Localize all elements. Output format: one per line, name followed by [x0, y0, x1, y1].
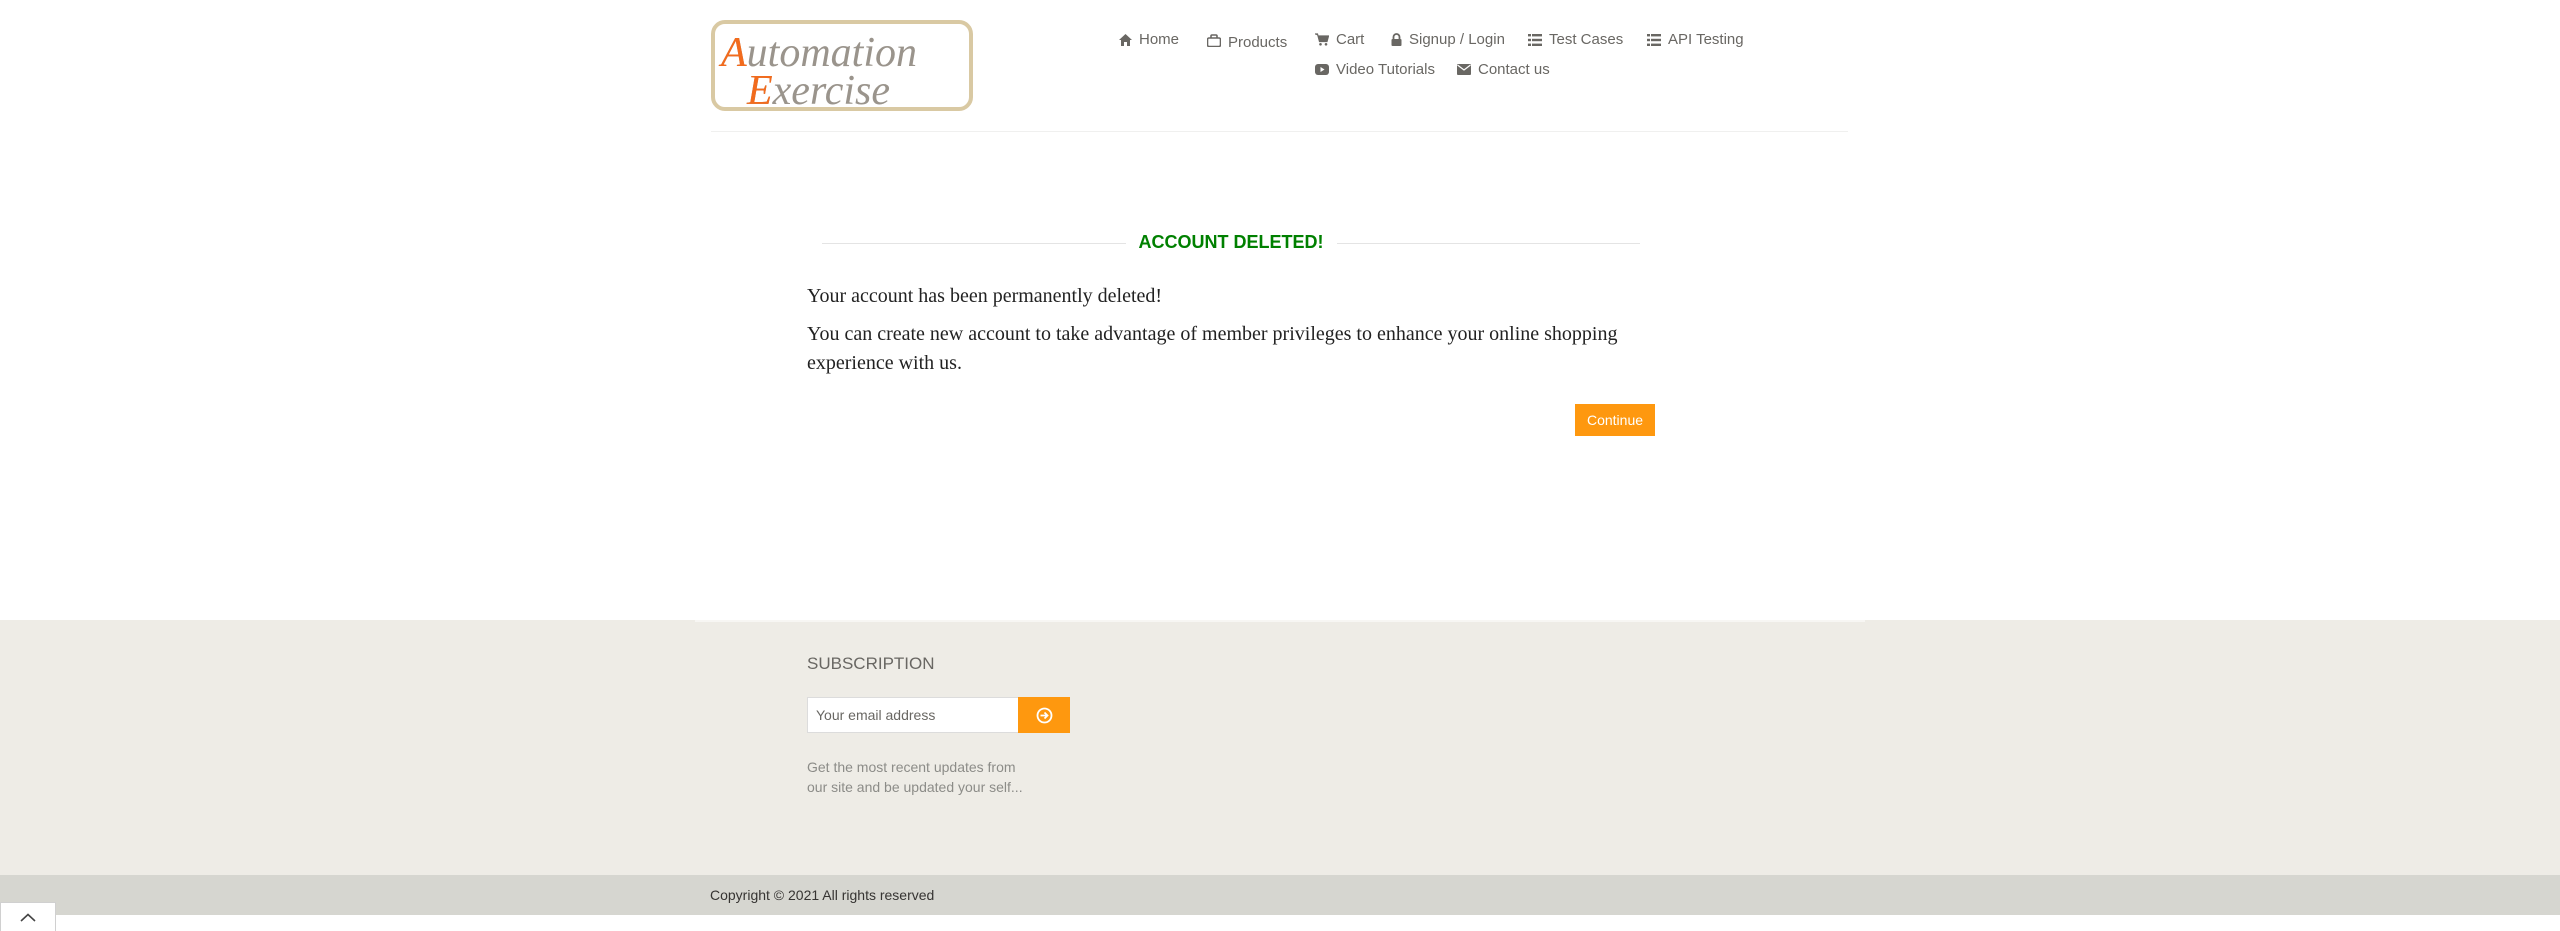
continue-button[interactable]: Continue — [1575, 404, 1655, 436]
nav-signup-login-label: Signup / Login — [1409, 31, 1505, 48]
subscription-heading: SUBSCRIPTION — [807, 654, 935, 673]
info-message-line1: You can create new account to take advan… — [807, 323, 1618, 345]
list-icon — [1528, 33, 1542, 46]
nav-test-cases[interactable]: Test Cases — [1528, 31, 1623, 48]
footer-widget-area — [0, 620, 2560, 875]
nav-cart[interactable]: Cart — [1315, 31, 1364, 48]
nav-video-tutorials[interactable]: Video Tutorials — [1315, 61, 1435, 78]
site-logo[interactable]: Automation Exercise A E — [711, 20, 973, 111]
youtube-play-icon — [1315, 64, 1329, 75]
home-icon — [1119, 33, 1132, 46]
nav-contact-us-label: Contact us — [1478, 61, 1550, 78]
footer-bottom — [0, 875, 2560, 915]
nav-home[interactable]: Home — [1119, 31, 1179, 48]
nav-signup-login[interactable]: Signup / Login — [1391, 31, 1505, 48]
nav-products[interactable]: Products — [1207, 30, 1287, 51]
shopping-bag-icon — [1207, 34, 1221, 47]
nav-video-tutorials-label: Video Tutorials — [1336, 61, 1435, 78]
logo-mark: Automation Exercise A E — [718, 30, 917, 107]
nav-api-testing-label: API Testing — [1668, 31, 1744, 48]
envelope-icon — [1457, 64, 1471, 75]
copyright-text: Copyright © 2021 All rights reserved — [710, 887, 935, 903]
info-message-line2: experience with us. — [807, 352, 962, 374]
subscription-note-line2: our site and be updated your self... — [807, 779, 1023, 795]
nav-contact-us[interactable]: Contact us — [1457, 61, 1550, 78]
header-divider — [711, 131, 1848, 132]
scroll-up-button[interactable] — [0, 902, 56, 931]
arrow-circle-right-icon — [1036, 707, 1052, 723]
nav-cart-label: Cart — [1336, 31, 1365, 48]
subscribe-button[interactable] — [1018, 697, 1070, 733]
account-deleted-heading: ACCOUNT DELETED! — [822, 230, 1640, 256]
footer-divider — [695, 620, 1865, 622]
list-icon — [1647, 33, 1661, 46]
nav-products-label: Products — [1228, 34, 1288, 51]
chevron-up-icon — [20, 912, 36, 922]
logo-initial-a: A — [718, 30, 747, 76]
cart-icon — [1315, 33, 1329, 46]
logo-initial-e: E — [746, 68, 773, 107]
subscription-note-line1: Get the most recent updates from — [807, 759, 1016, 775]
nav-home-label: Home — [1139, 31, 1180, 48]
lock-icon — [1391, 33, 1402, 46]
nav-api-testing[interactable]: API Testing — [1647, 31, 1744, 48]
deleted-message: Your account has been permanently delete… — [807, 285, 1163, 307]
page-title: ACCOUNT DELETED! — [1125, 232, 1337, 252]
subscribe-email-input[interactable] — [807, 697, 1019, 733]
nav-test-cases-label: Test Cases — [1549, 31, 1624, 48]
